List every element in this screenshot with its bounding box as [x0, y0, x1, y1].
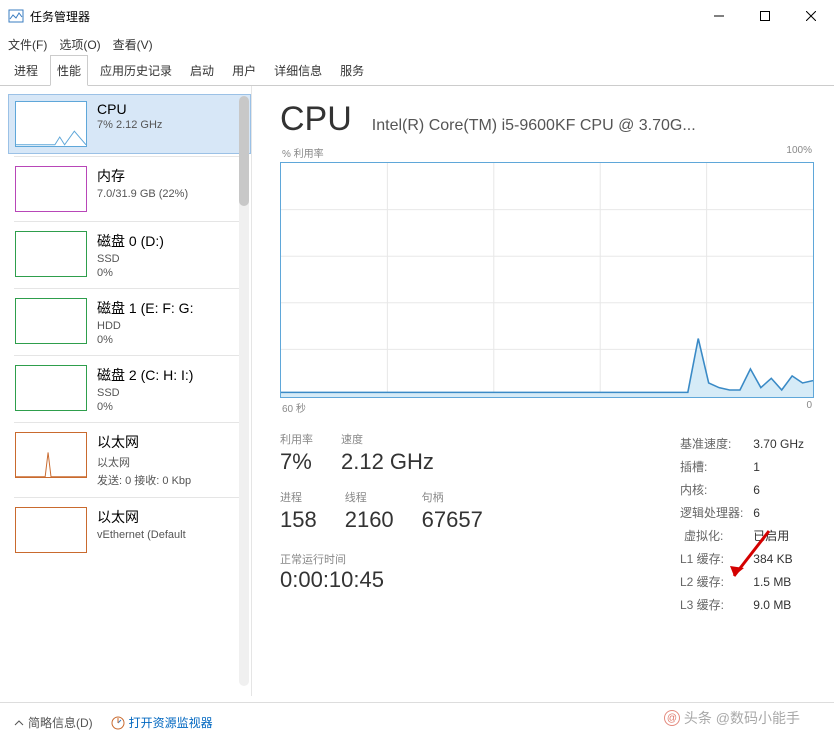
title-bar: 任务管理器 — [0, 0, 834, 32]
watermark: @ 头条 @数码小能手 — [664, 708, 800, 728]
sidebar-thumb — [15, 365, 87, 411]
sidebar-item-pct: 0% — [97, 334, 193, 346]
stat-val: 9.0 MB — [753, 594, 812, 615]
stat-row: 插槽:1 — [680, 456, 812, 477]
tab-services[interactable]: 服务 — [334, 56, 370, 85]
stat-key: L3 缓存: — [680, 594, 751, 615]
sidebar-item-pct: 0% — [97, 267, 164, 279]
tab-details[interactable]: 详细信息 — [268, 56, 328, 85]
tab-history[interactable]: 应用历史记录 — [94, 56, 178, 85]
stat-thread-value: 2160 — [345, 507, 394, 533]
sidebar-thumb — [15, 166, 87, 212]
stats-left: 利用率 7% 速度 2.12 GHz 进程 158 线程 2160 句柄 67657 正常… — [280, 431, 483, 617]
menu-bar: 文件(F) 选项(O) 查看(V) — [0, 32, 834, 56]
stat-val: 1 — [753, 456, 812, 477]
sidebar-item-title: 以太网 — [97, 432, 191, 452]
graph-label-tl: % 利用率 — [282, 145, 324, 160]
stat-val: 3.70 GHz — [753, 433, 812, 454]
sidebar-thumb — [15, 298, 87, 344]
sidebar-item-sub: HDD — [97, 320, 193, 332]
stats-right: 基准速度:3.70 GHz插槽:1内核:6逻辑处理器:6虚拟化:已启用L1 缓存… — [678, 431, 814, 617]
app-icon — [8, 8, 24, 24]
sidebar: CPU 7% 2.12 GHz 内存 7.0/31.9 GB (22%) 磁盘 0 (D… — [0, 86, 252, 696]
stat-row: 内核:6 — [680, 479, 812, 500]
stat-key: 插槽: — [680, 456, 751, 477]
sidebar-item-pct: 0% — [97, 401, 193, 413]
stat-util-value: 7% — [280, 449, 313, 475]
minimize-button[interactable] — [696, 0, 742, 32]
stat-proc-label: 进程 — [280, 489, 317, 505]
stat-val: 6 — [753, 479, 812, 500]
graph-label-bl: 60 秒 — [282, 400, 306, 415]
stat-row: 基准速度:3.70 GHz — [680, 433, 812, 454]
sidebar-item-title: 磁盘 2 (C: H: I:) — [97, 365, 193, 385]
cpu-model: Intel(R) Core(TM) i5-9600KF CPU @ 3.70G.… — [372, 117, 814, 135]
stat-row: 逻辑处理器:6 — [680, 502, 812, 523]
sidebar-thumb — [15, 101, 87, 147]
graph-label-br: 0 — [806, 400, 812, 415]
sidebar-thumb — [15, 507, 87, 553]
sidebar-item-title: 磁盘 1 (E: F: G: — [97, 298, 193, 318]
resource-monitor-icon — [111, 716, 125, 730]
stat-proc-value: 158 — [280, 507, 317, 533]
menu-file[interactable]: 文件(F) — [8, 36, 47, 53]
sidebar-item-sub: SSD — [97, 253, 164, 265]
stat-row: L3 缓存:9.0 MB — [680, 594, 812, 615]
open-resource-monitor-link[interactable]: 打开资源监视器 — [111, 714, 213, 731]
tab-startup[interactable]: 启动 — [184, 56, 220, 85]
maximize-button[interactable] — [742, 0, 788, 32]
tab-users[interactable]: 用户 — [226, 56, 262, 85]
stat-key: 逻辑处理器: — [680, 502, 751, 523]
cpu-graph — [280, 162, 814, 398]
sidebar-item[interactable]: 内存 7.0/31.9 GB (22%) — [8, 159, 251, 219]
watermark-icon: @ — [664, 710, 680, 726]
stat-handle-label: 句柄 — [422, 489, 483, 505]
main-panel: CPU Intel(R) Core(TM) i5-9600KF CPU @ 3.… — [252, 86, 834, 696]
close-button[interactable] — [788, 0, 834, 32]
tab-performance[interactable]: 性能 — [50, 55, 88, 86]
uptime-label: 正常运行时间 — [280, 551, 483, 567]
tab-processes[interactable]: 进程 — [8, 56, 44, 85]
sidebar-item[interactable]: 磁盘 2 (C: H: I:) SSD 0% — [8, 358, 251, 420]
tab-bar: 进程 性能 应用历史记录 启动 用户 详细信息 服务 — [0, 56, 834, 86]
sidebar-item[interactable]: 以太网以太网发送: 0 接收: 0 Kbp — [8, 425, 251, 495]
cpu-heading: CPU — [280, 100, 352, 139]
sidebar-item-sub: 以太网 — [97, 454, 191, 470]
sidebar-thumb — [15, 432, 87, 478]
menu-view[interactable]: 查看(V) — [113, 36, 153, 53]
scrollbar-thumb[interactable] — [239, 96, 249, 206]
stat-key: 基准速度: — [680, 433, 751, 454]
menu-options[interactable]: 选项(O) — [59, 36, 100, 53]
chevron-up-icon — [14, 718, 24, 728]
sidebar-item-sub: 7.0/31.9 GB (22%) — [97, 188, 188, 200]
stat-util-label: 利用率 — [280, 431, 313, 447]
sidebar-item-title: 内存 — [97, 166, 188, 186]
stat-key: 内核: — [680, 479, 751, 500]
sidebar-item-title: CPU — [97, 101, 162, 117]
sidebar-item[interactable]: 以太网 vEthernet (Default — [8, 500, 251, 560]
stat-thread-label: 线程 — [345, 489, 394, 505]
stat-handle-value: 67657 — [422, 507, 483, 533]
sidebar-item[interactable]: CPU 7% 2.12 GHz — [8, 94, 251, 154]
sidebar-scrollbar[interactable] — [239, 96, 249, 686]
annotation-arrow-icon — [724, 526, 774, 586]
sidebar-item[interactable]: 磁盘 0 (D:) SSD 0% — [8, 224, 251, 286]
sidebar-item-title: 磁盘 0 (D:) — [97, 231, 164, 251]
sidebar-item-sub: vEthernet (Default — [97, 529, 186, 541]
window-title: 任务管理器 — [30, 8, 696, 25]
sidebar-item-title: 以太网 — [97, 507, 186, 527]
sidebar-item-sub: 7% 2.12 GHz — [97, 119, 162, 131]
stat-speed-label: 速度 — [341, 431, 434, 447]
brief-info-toggle[interactable]: 简略信息(D) — [14, 714, 93, 731]
graph-label-tr: 100% — [786, 145, 812, 160]
stat-val: 6 — [753, 502, 812, 523]
stat-speed-value: 2.12 GHz — [341, 449, 434, 475]
uptime-value: 0:00:10:45 — [280, 567, 483, 593]
sidebar-item-pct: 发送: 0 接收: 0 Kbp — [97, 472, 191, 488]
sidebar-item[interactable]: 磁盘 1 (E: F: G: HDD 0% — [8, 291, 251, 353]
sidebar-item-sub: SSD — [97, 387, 193, 399]
sidebar-thumb — [15, 231, 87, 277]
